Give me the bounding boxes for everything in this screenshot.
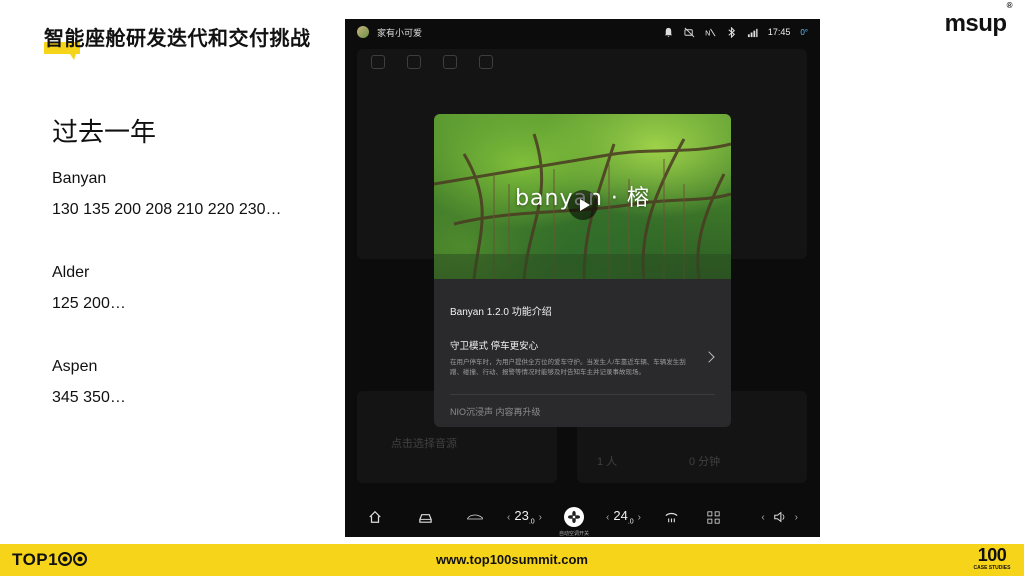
project-versions-banyan: 130 135 200 208 210 220 230… (52, 201, 282, 218)
chevron-left-icon[interactable]: ‹ (507, 512, 510, 523)
home-icon[interactable] (367, 509, 383, 525)
car-screen: 点击选择音源 1 人 0 分钟 家有小可爱 N 17:45 0° banyan … (345, 19, 820, 537)
left-temperature-integer: 23 (514, 508, 529, 524)
registered-mark: ® (1006, 1, 1013, 10)
user-name[interactable]: 家有小可爱 (377, 26, 422, 39)
bell-icon (663, 27, 674, 38)
map-icon[interactable] (443, 55, 457, 69)
video-preview[interactable]: banyan · 榕 (434, 114, 731, 279)
section-heading: 过去一年 (52, 117, 157, 147)
defrost-icon[interactable] (663, 509, 679, 525)
project-history: 过去一年 Banyan 130 135 200 208 210 220 230…… (52, 112, 332, 413)
project-versions-aspen: 345 350… (52, 389, 126, 406)
chevron-left-icon[interactable]: ‹ (761, 512, 764, 523)
case-studies-logo: 100 CASE STUDIES (970, 546, 1014, 572)
msup-logo: msup® (944, 1, 1013, 38)
fan-label: 自动空调开关 (558, 531, 589, 537)
divider (450, 394, 715, 395)
home-icon[interactable] (407, 55, 421, 69)
chevron-right-icon[interactable]: › (539, 512, 542, 523)
feature-item-guard-mode[interactable]: 守卫模式 停车更安心 在用户停车时，为用户提供全方位的爱车守护。当发生人/车靠近… (450, 338, 715, 378)
feature-description: 在用户停车时，为用户提供全方位的爱车守护。当发生人/车靠近车辆、车辆发生刮蹭、碰… (450, 359, 686, 376)
feature-item-immersive-sound[interactable]: NIO沉浸声 内容再升级 (450, 405, 715, 418)
project-name-banyan: Banyan (52, 170, 107, 187)
volume-control[interactable]: ‹ › (761, 510, 798, 524)
background-media-label: 点击选择音源 (391, 438, 457, 450)
background-stat-people: 1 人 (597, 456, 618, 468)
chevron-right-icon[interactable]: › (638, 512, 641, 523)
mute-icon (684, 27, 695, 38)
signal-icon (747, 27, 758, 38)
release-notes-dialog: banyan · 榕 Banyan 1.2.0 功能介绍 守卫模式 停车更安心 … (434, 114, 731, 427)
chevron-left-icon[interactable]: ‹ (606, 512, 609, 523)
bluetooth-icon (726, 26, 737, 38)
case-studies-number: 100 (977, 545, 1007, 565)
apps-icon[interactable] (705, 509, 721, 525)
slide-title: 智能座舱研发迭代和交付挑战 (44, 28, 311, 50)
bottom-dock: ‹ 23.0 › 自动空调开关 ‹ 24.0 › ‹ › (345, 497, 820, 537)
case-studies-label: CASE STUDIES (973, 565, 1011, 571)
left-temperature: 23.0 (514, 508, 534, 526)
footer-bar: TOP1 www.top100summit.com 100 CASE STUDI… (0, 544, 1024, 576)
car-icon[interactable] (417, 509, 433, 525)
project-name-alder: Alder (52, 264, 90, 281)
right-temperature-integer: 24 (613, 508, 628, 524)
svg-text:N: N (705, 28, 710, 37)
nfc-icon: N (705, 27, 716, 38)
chevron-right-icon[interactable]: › (795, 512, 798, 523)
left-temperature-decimal: .0 (528, 518, 535, 526)
play-button[interactable] (568, 190, 598, 220)
fan-icon (567, 510, 581, 524)
left-temperature-control[interactable]: ‹ 23.0 › (507, 508, 542, 526)
car-side-icon[interactable] (467, 509, 483, 525)
background-stat-minutes: 0 分钟 (689, 456, 721, 468)
msup-logo-text: msup (944, 10, 1008, 37)
right-temperature-control[interactable]: ‹ 24.0 › (606, 508, 641, 526)
chevron-right-icon (703, 351, 715, 363)
project-versions-alder: 125 200… (52, 295, 126, 312)
favorite-icon[interactable] (479, 55, 493, 69)
status-bar: 家有小可爱 N 17:45 0° (345, 19, 820, 45)
play-icon (579, 199, 590, 211)
fan-button[interactable]: 自动空调开关 (559, 507, 589, 537)
feature-title: 守卫模式 停车更安心 (450, 341, 539, 352)
search-icon[interactable] (371, 55, 385, 69)
volume-icon (773, 511, 785, 523)
dialog-title: Banyan 1.2.0 功能介绍 (450, 307, 552, 318)
outside-temperature: 0° (800, 27, 808, 37)
avatar[interactable] (357, 26, 369, 38)
right-temperature-decimal: .0 (627, 518, 634, 526)
top-shortcuts (371, 55, 493, 69)
clock: 17:45 (767, 27, 791, 37)
project-name-aspen: Aspen (52, 358, 98, 375)
footer-url[interactable]: www.top100summit.com (0, 552, 1024, 567)
right-temperature: 24.0 (613, 508, 633, 526)
